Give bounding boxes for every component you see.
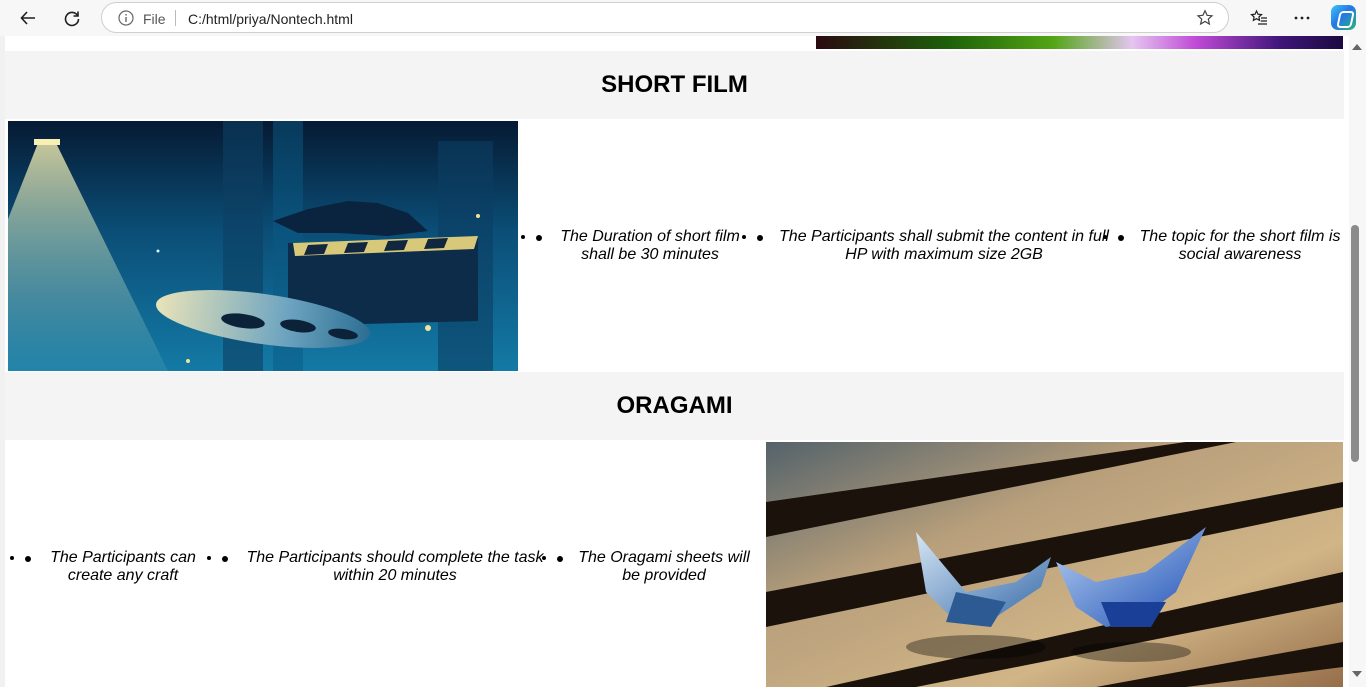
- favorite-star-icon[interactable]: [1196, 9, 1214, 27]
- oragami-rules: The Participants can create any craft Th…: [25, 549, 757, 585]
- info-icon[interactable]: [118, 10, 134, 26]
- url-text[interactable]: C:/html/priya/Nontech.html: [188, 11, 353, 27]
- list-item: The Duration of short film shall be 30 m…: [536, 228, 750, 264]
- short-film-rules: The Duration of short film shall be 30 m…: [536, 228, 1348, 264]
- short-film-header: SHORT FILM: [5, 51, 1344, 119]
- scrollbar-thumb[interactable]: [1351, 225, 1359, 462]
- copilot-icon[interactable]: [1331, 5, 1356, 30]
- scroll-down-arrow-icon[interactable]: [1352, 671, 1362, 677]
- previous-section-image: [816, 36, 1343, 49]
- list-item: The Oragami sheets will be provided: [557, 549, 757, 585]
- oragami-header: ORAGAMI: [5, 372, 1344, 440]
- address-scheme-label: File: [143, 11, 166, 27]
- favorites-icon[interactable]: [1245, 4, 1273, 32]
- oragami-title: ORAGAMI: [616, 392, 733, 419]
- browser-toolbar: File C:/html/priya/Nontech.html: [0, 0, 1366, 36]
- page-content: SHORT FILM • The Duration of short film …: [0, 36, 1349, 687]
- address-bar[interactable]: File C:/html/priya/Nontech.html: [101, 2, 1229, 33]
- address-separator: [175, 10, 176, 26]
- list-item: The Participants shall submit the conten…: [757, 228, 1117, 264]
- list-item: The topic for the short film is social a…: [1118, 228, 1348, 264]
- oragami-image: [766, 442, 1343, 687]
- scroll-up-arrow-icon[interactable]: [1352, 44, 1362, 50]
- list-item: The Participants can create any craft: [25, 549, 207, 585]
- refresh-icon[interactable]: [58, 4, 86, 32]
- back-arrow-icon[interactable]: [14, 4, 42, 32]
- list-item: The Participants should complete the tas…: [222, 549, 554, 585]
- short-film-title: SHORT FILM: [601, 71, 748, 98]
- short-film-image: [8, 121, 518, 371]
- page-left-edge: [0, 36, 5, 687]
- more-icon[interactable]: [1288, 4, 1316, 32]
